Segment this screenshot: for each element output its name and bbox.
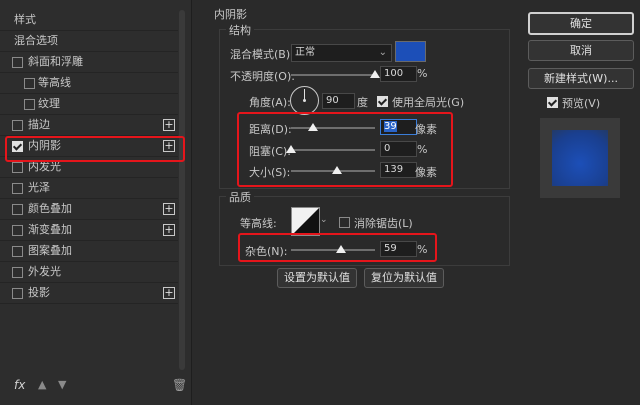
add-style-icon[interactable]: + [163, 287, 175, 299]
style-item-checkbox[interactable] [12, 183, 23, 194]
chevron-down-icon: ⌄ [378, 47, 387, 58]
style-item-label: 斜面和浮雕 [28, 55, 83, 68]
style-item[interactable]: 图案叠加 [0, 241, 178, 262]
style-item-label: 图案叠加 [28, 244, 72, 257]
contour-label: 等高线: [240, 217, 277, 230]
style-item[interactable]: 颜色叠加 + [0, 199, 178, 220]
angle-dial[interactable] [290, 86, 319, 115]
contour-dropdown-icon[interactable]: ⌄ [320, 215, 328, 225]
add-style-icon[interactable]: + [163, 203, 175, 215]
styles-header-label: 样式 [14, 13, 36, 26]
style-item-label: 外发光 [28, 265, 61, 278]
style-item-label: 描边 [28, 118, 50, 131]
trash-icon[interactable]: 🗑 [172, 378, 187, 392]
preview-swatch [552, 130, 608, 186]
angle-field[interactable]: 90 [322, 93, 355, 109]
preview-label: 预览(V) [562, 97, 601, 110]
contour-preview-icon [292, 208, 319, 235]
global-light-checkbox[interactable] [377, 96, 388, 107]
style-item-label: 等高线 [38, 76, 71, 89]
cancel-button[interactable]: 取消 [528, 40, 634, 61]
opacity-label: 不透明度(O): [230, 70, 295, 83]
opacity-thumb[interactable] [370, 70, 380, 78]
move-up-icon[interactable]: ▲ [38, 378, 46, 391]
angle-center-dot [303, 99, 306, 102]
angle-label: 角度(A): [249, 96, 291, 109]
noise-highlight [238, 233, 437, 262]
style-item-checkbox[interactable] [12, 204, 23, 215]
ok-button[interactable]: 确定 [528, 12, 634, 35]
blend-options-label: 混合选项 [14, 34, 58, 47]
add-style-icon[interactable]: + [163, 119, 175, 131]
quality-title: 品质 [226, 189, 254, 205]
shadow-color-swatch[interactable] [395, 41, 426, 62]
opacity-track [291, 74, 375, 76]
styles-panel: 样式 混合选项 斜面和浮雕 等高线 纹理 描边 + 内阴影 + 内发光 光泽 颜色叠加 + 渐变叠加 +… [0, 0, 192, 405]
scrollbar[interactable] [179, 10, 185, 370]
selected-item-highlight [5, 136, 185, 162]
blend-options-item[interactable]: 混合选项 [0, 31, 178, 52]
style-item[interactable]: 渐变叠加 + [0, 220, 178, 241]
preview-frame [540, 118, 620, 198]
style-item[interactable]: 等高线 [0, 73, 178, 94]
style-item-checkbox[interactable] [12, 225, 23, 236]
style-item-checkbox[interactable] [12, 246, 23, 257]
add-style-icon[interactable]: + [163, 224, 175, 236]
contour-picker[interactable] [291, 207, 320, 236]
style-item-label: 纹理 [38, 97, 60, 110]
style-item-checkbox[interactable] [12, 57, 23, 68]
antialias-label: 消除锯齿(L) [354, 217, 413, 230]
style-item-label: 颜色叠加 [28, 202, 72, 215]
opacity-unit: % [417, 67, 428, 80]
make-default-button[interactable]: 设置为默认值 [277, 268, 357, 288]
antialias-checkbox[interactable] [339, 217, 350, 228]
fx-button[interactable]: fx [14, 378, 25, 392]
structure-highlight [237, 112, 453, 187]
new-style-button[interactable]: 新建样式(W)... [528, 68, 634, 89]
style-item[interactable]: 外发光 [0, 262, 178, 283]
move-down-icon[interactable]: ▼ [58, 378, 66, 391]
structure-title: 结构 [226, 22, 254, 38]
preview-checkbox[interactable] [547, 97, 558, 108]
style-item-checkbox[interactable] [12, 288, 23, 299]
style-item[interactable]: 光泽 [0, 178, 178, 199]
style-item[interactable]: 描边 + [0, 115, 178, 136]
angle-unit: 度 [357, 96, 368, 109]
style-item-label: 投影 [28, 286, 50, 299]
opacity-field[interactable]: 100 [380, 66, 417, 82]
global-light-label: 使用全局光(G) [392, 96, 465, 109]
reset-default-button[interactable]: 复位为默认值 [364, 268, 444, 288]
style-item-checkbox[interactable] [24, 78, 35, 89]
style-item[interactable]: 投影 + [0, 283, 178, 304]
style-item-label: 渐变叠加 [28, 223, 72, 236]
style-item[interactable]: 纹理 [0, 94, 178, 115]
opacity-slider[interactable] [291, 70, 380, 78]
style-item-checkbox[interactable] [12, 162, 23, 173]
style-item-checkbox[interactable] [12, 120, 23, 131]
style-item-checkbox[interactable] [12, 267, 23, 278]
blend-mode-label: 混合模式(B): [230, 48, 294, 61]
style-item[interactable]: 斜面和浮雕 [0, 52, 178, 73]
inner-shadow-title: 内阴影 [214, 8, 247, 21]
blend-mode-value: 正常 [295, 47, 315, 58]
style-item-label: 光泽 [28, 181, 50, 194]
blend-mode-select[interactable]: 正常 ⌄ [291, 44, 392, 62]
styles-header[interactable]: 样式 [0, 10, 178, 31]
style-item-checkbox[interactable] [24, 99, 35, 110]
